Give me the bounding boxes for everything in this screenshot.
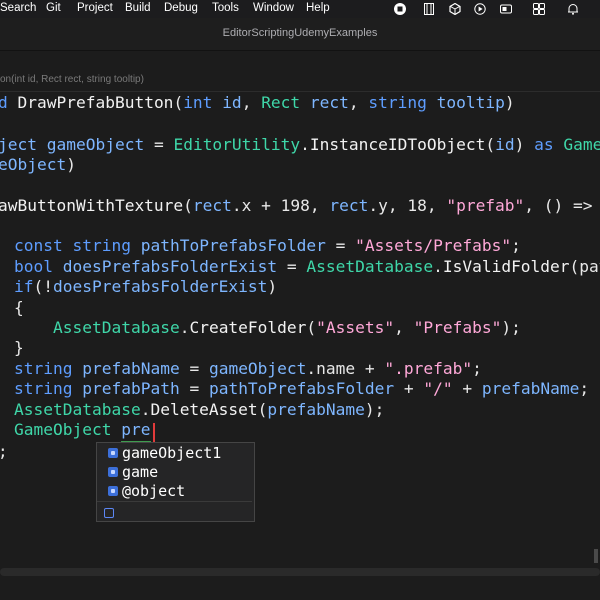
film-icon[interactable] [423,3,435,15]
menu-window[interactable]: Window [253,2,294,14]
symbol-filter-icon[interactable] [104,508,114,518]
code-line: const string pathToPrefabsFolder = "Asse… [14,236,521,255]
code-line: } [14,338,24,357]
bell-icon[interactable] [567,3,579,15]
autocomplete-item[interactable]: gameObject1 [97,444,252,463]
code-line: ject gameObject = EditorUtility.Instance… [0,135,600,154]
menu-bar: Search Git Project Build Debug Tools Win… [0,0,600,18]
code-line: AssetDatabase.DeleteAsset(prefabName); [14,400,385,419]
stop-icon[interactable] [394,3,406,15]
overview-ruler-mark [594,549,598,563]
autocomplete-item-label: gameObject1 [122,444,222,462]
menu-project[interactable]: Project [77,2,113,14]
menu-help[interactable]: Help [306,2,330,14]
code-line: bool doesPrefabsFolderExist = AssetDatab… [14,257,600,276]
autocomplete-item[interactable]: game [97,463,252,482]
text-caret [153,423,155,442]
autocomplete-footer [97,501,252,522]
signature-hint: on(int id, Rect rect, string tooltip) [0,74,144,85]
control-center-icon[interactable] [533,3,545,15]
trailing-semicolon: ; [0,442,8,461]
play-icon[interactable] [474,3,486,15]
symbol-variable-icon [108,467,118,477]
code-editor[interactable]: on(int id, Rect rect, string tooltip) d … [0,51,600,600]
autocomplete-item-label: @object [122,482,186,500]
horizontal-scrollbar[interactable] [0,568,600,576]
menu-search[interactable]: Search [0,2,36,14]
code-line: awButtonWithTexture(rect.x + 198, rect.y… [0,196,593,215]
code-line: string prefabName = gameObject.name + ".… [14,359,482,378]
window-icon[interactable] [500,3,512,15]
menu-git[interactable]: Git [46,2,61,14]
code-line: d DrawPrefabButton(int id, Rect rect, st… [0,93,515,112]
code-line: eObject) [0,155,76,174]
code-line: if(!doesPrefabsFolderExist) [14,277,278,296]
menu-debug[interactable]: Debug [164,2,198,14]
symbol-variable-icon [108,486,118,496]
autocomplete-popup: gameObject1 game @object [96,442,255,522]
menu-tools[interactable]: Tools [212,2,239,14]
autocomplete-item-label: game [122,463,159,481]
hint-divider [0,91,600,92]
menu-build[interactable]: Build [125,2,151,14]
unity-icon[interactable] [449,2,461,16]
symbol-variable-icon [108,448,118,458]
code-line: { [14,298,24,317]
code-line: AssetDatabase.CreateFolder("Assets", "Pr… [53,318,521,337]
window-title: EditorScriptingUdemyExamples [222,27,378,39]
code-line: GameObject pre [14,420,151,439]
code-line: string prefabPath = pathToPrefabsFolder … [14,379,590,398]
autocomplete-item[interactable]: @object [97,482,252,501]
